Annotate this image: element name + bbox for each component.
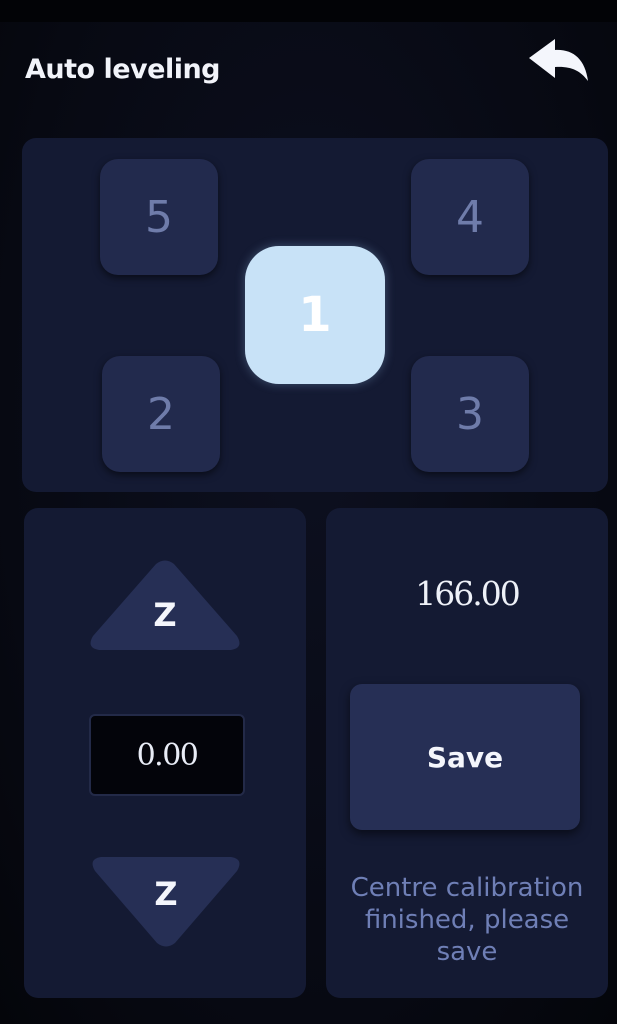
leveling-points-panel: 5 4 1 2 3 (22, 138, 608, 492)
point-2-button[interactable]: 2 (102, 356, 220, 472)
z-down-button[interactable]: Z (88, 855, 244, 951)
measurement-value: 166.00 (415, 574, 520, 613)
z-offset-value: 0.00 (89, 714, 245, 796)
save-panel: 166.00 Save Centre calibration finished,… (326, 508, 608, 998)
point-5-button[interactable]: 5 (100, 159, 218, 275)
point-4-button[interactable]: 4 (411, 159, 529, 275)
header: Auto leveling (0, 22, 617, 122)
z-up-button[interactable]: Z (86, 558, 244, 656)
back-button[interactable] (520, 32, 596, 92)
top-strip (0, 0, 617, 22)
point-3-button[interactable]: 3 (411, 356, 529, 472)
save-button[interactable]: Save (350, 684, 580, 830)
screen: Auto leveling 5 4 1 2 3 Z 0.00 Z 166.00 … (0, 0, 617, 1024)
status-message-text: Centre calibration finished, please save (350, 873, 584, 967)
page-title: Auto leveling (25, 54, 221, 85)
z-down-label: Z (154, 875, 178, 913)
point-1-button[interactable]: 1 (245, 246, 385, 384)
z-offset-panel: Z 0.00 Z (24, 508, 306, 998)
back-arrow-icon (529, 39, 588, 81)
z-up-label: Z (153, 596, 177, 634)
status-message: Centre calibration finished, please save (326, 872, 608, 968)
